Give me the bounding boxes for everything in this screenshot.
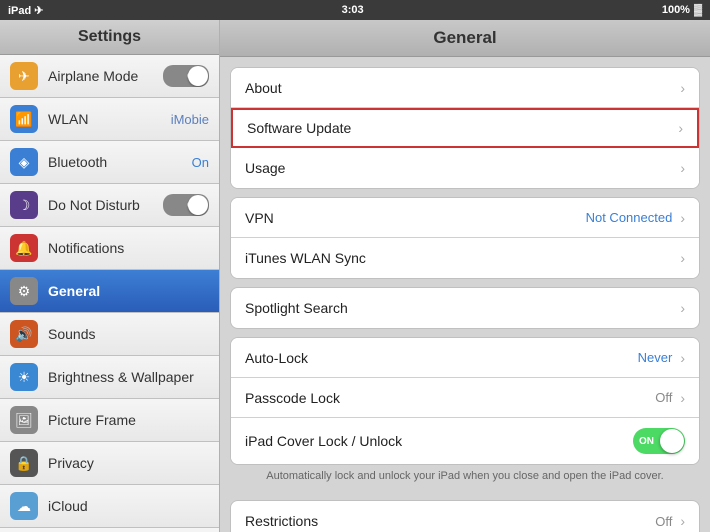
sounds-label: Sounds xyxy=(48,326,209,342)
restrictions-label: Restrictions xyxy=(245,513,655,529)
about-chevron: › xyxy=(680,80,685,96)
wlan-label: WLAN xyxy=(48,111,171,127)
privacy-label: Privacy xyxy=(48,455,209,471)
itunes-wlan-label: iTunes WLAN Sync xyxy=(245,250,678,266)
status-bar: iPad ✈ 3:03 100% ▓ xyxy=(0,0,710,20)
airplane-mode-label: Airplane Mode xyxy=(48,68,163,84)
sidebar-item-wlan[interactable]: 📶 WLANiMobie xyxy=(0,98,219,141)
privacy-icon: 🔒 xyxy=(10,449,38,477)
do-not-disturb-icon: ☽ xyxy=(10,191,38,219)
icloud-icon: ☁ xyxy=(10,492,38,520)
sidebar-title: Settings xyxy=(0,20,219,55)
row-usage[interactable]: Usage › xyxy=(231,148,699,188)
picture-frame-icon: 🖼 xyxy=(10,406,38,434)
spotlight-chevron: › xyxy=(680,300,685,316)
row-about[interactable]: About › xyxy=(231,68,699,108)
settings-group-4: Auto-Lock Never › Passcode Lock Off › iP… xyxy=(230,337,700,465)
restrictions-value: Off xyxy=(655,514,672,529)
bluetooth-value: On xyxy=(192,155,209,170)
row-ipad-cover[interactable]: iPad Cover Lock / Unlock ON xyxy=(231,418,699,464)
vpn-label: VPN xyxy=(245,210,586,226)
ipad-cover-toggle[interactable]: ON xyxy=(633,428,685,454)
status-left: iPad ✈ xyxy=(8,4,44,17)
passcode-value: Off xyxy=(655,390,672,405)
wlan-value: iMobie xyxy=(171,112,209,127)
vpn-chevron: › xyxy=(680,210,685,226)
itunes-wlan-chevron: › xyxy=(680,250,685,266)
bluetooth-label: Bluetooth xyxy=(48,154,192,170)
brightness-icon: ☀ xyxy=(10,363,38,391)
picture-frame-label: Picture Frame xyxy=(48,412,209,428)
notifications-icon: 🔔 xyxy=(10,234,38,262)
auto-lock-label: Auto-Lock xyxy=(245,350,638,366)
wlan-icon: 📶 xyxy=(10,105,38,133)
vpn-value: Not Connected xyxy=(586,210,673,225)
sidebar-item-airplane-mode[interactable]: ✈ Airplane ModeOFF xyxy=(0,55,219,98)
sidebar-item-icloud[interactable]: ☁ iCloud xyxy=(0,485,219,528)
ipad-label: iPad ✈ xyxy=(8,4,44,17)
row-vpn[interactable]: VPN Not Connected › xyxy=(231,198,699,238)
row-spotlight[interactable]: Spotlight Search › xyxy=(231,288,699,328)
sidebar-item-privacy[interactable]: 🔒 Privacy xyxy=(0,442,219,485)
toggle-on-text: ON xyxy=(639,436,654,447)
usage-chevron: › xyxy=(680,160,685,176)
settings-group-3: Spotlight Search › xyxy=(230,287,700,329)
main-container: Settings ✈Airplane ModeOFF📶WLANiMobie◈Bl… xyxy=(0,20,710,532)
sidebar-item-mail[interactable]: ✉Mail, Contacts, Calendars xyxy=(0,528,219,532)
auto-lock-chevron: › xyxy=(680,350,685,366)
general-icon: ⚙ xyxy=(10,277,38,305)
settings-group-2: VPN Not Connected › iTunes WLAN Sync › xyxy=(230,197,700,279)
software-update-label: Software Update xyxy=(247,120,676,136)
sidebar-item-do-not-disturb[interactable]: ☽ Do Not DisturbOFF xyxy=(0,184,219,227)
restrictions-chevron: › xyxy=(680,513,685,529)
settings-group-5: Restrictions Off › xyxy=(230,500,700,532)
toggle-knob xyxy=(660,429,684,453)
ipad-cover-label: iPad Cover Lock / Unlock xyxy=(245,433,633,449)
spotlight-label: Spotlight Search xyxy=(245,300,678,316)
row-itunes-wlan[interactable]: iTunes WLAN Sync › xyxy=(231,238,699,278)
bluetooth-icon: ◈ xyxy=(10,148,38,176)
sidebar-item-picture-frame[interactable]: 🖼 Picture Frame xyxy=(0,399,219,442)
sidebar-item-notifications[interactable]: 🔔 Notifications xyxy=(0,227,219,270)
battery-text: 100% xyxy=(662,4,690,16)
brightness-label: Brightness & Wallpaper xyxy=(48,369,209,385)
sidebar-items-list: ✈Airplane ModeOFF📶WLANiMobie◈BluetoothOn… xyxy=(0,55,219,532)
auto-lock-value: Never xyxy=(638,350,673,365)
status-time: 3:03 xyxy=(342,4,364,16)
content-area: General About › Software Update › Usage … xyxy=(220,20,710,532)
status-right: 100% ▓ xyxy=(662,4,702,16)
passcode-chevron: › xyxy=(680,390,685,406)
content-title: General xyxy=(220,20,710,57)
row-passcode-lock[interactable]: Passcode Lock Off › xyxy=(231,378,699,418)
sidebar-item-sounds[interactable]: 🔊 Sounds xyxy=(0,313,219,356)
icloud-label: iCloud xyxy=(48,498,209,514)
software-update-chevron: › xyxy=(678,120,683,136)
about-label: About xyxy=(245,80,678,96)
sidebar: Settings ✈Airplane ModeOFF📶WLANiMobie◈Bl… xyxy=(0,20,220,532)
sounds-icon: 🔊 xyxy=(10,320,38,348)
usage-label: Usage xyxy=(245,160,678,176)
battery-icon: ▓ xyxy=(694,4,702,16)
sidebar-item-brightness[interactable]: ☀ Brightness & Wallpaper xyxy=(0,356,219,399)
row-auto-lock[interactable]: Auto-Lock Never › xyxy=(231,338,699,378)
row-software-update[interactable]: Software Update › xyxy=(231,108,699,148)
airplane-mode-icon: ✈ xyxy=(10,62,38,90)
settings-group-1: About › Software Update › Usage › xyxy=(230,67,700,189)
sidebar-item-bluetooth[interactable]: ◈ BluetoothOn xyxy=(0,141,219,184)
ipad-cover-note: Automatically lock and unlock your iPad … xyxy=(220,465,710,490)
passcode-label: Passcode Lock xyxy=(245,390,655,406)
notifications-label: Notifications xyxy=(48,240,209,256)
do-not-disturb-label: Do Not Disturb xyxy=(48,197,163,213)
general-label: General xyxy=(48,283,209,299)
sidebar-item-general[interactable]: ⚙ General xyxy=(0,270,219,313)
row-restrictions[interactable]: Restrictions Off › xyxy=(231,501,699,532)
airplane-mode-toggle[interactable]: OFF xyxy=(163,65,209,87)
do-not-disturb-toggle[interactable]: OFF xyxy=(163,194,209,216)
